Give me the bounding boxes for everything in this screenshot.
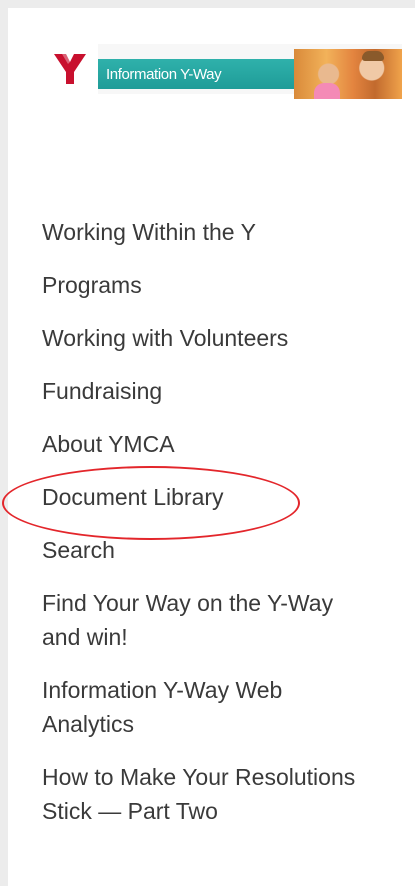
banner-strip: Information Y-Way <box>98 49 402 99</box>
nav-item-find-your-way[interactable]: Find Your Way on the Y-Way and win! <box>42 586 372 654</box>
nav-item-fundraising[interactable]: Fundraising <box>42 374 372 408</box>
photo-shirt <box>314 83 340 99</box>
nav-item-web-analytics[interactable]: Information Y-Way Web Analytics <box>42 673 372 741</box>
nav-item-working-with-volunteers[interactable]: Working with Volunteers <box>42 321 372 355</box>
information-y-way-banner[interactable]: Information Y-Way <box>42 44 402 99</box>
nav-item-about-ymca[interactable]: About YMCA <box>42 427 372 461</box>
nav-item-programs[interactable]: Programs <box>42 268 372 302</box>
nav-item-resolutions-part-two[interactable]: How to Make Your Resolutions Stick — Par… <box>42 760 372 828</box>
nav-item-search[interactable]: Search <box>42 533 372 567</box>
photo-hair <box>362 51 384 61</box>
nav-item-working-within-the-y[interactable]: Working Within the Y <box>42 215 372 249</box>
ymca-y-icon <box>42 44 98 94</box>
children-photo <box>294 49 402 99</box>
sidebar-nav: Working Within the Y Programs Working wi… <box>42 215 372 847</box>
banner-title: Information Y-Way <box>106 65 222 83</box>
nav-item-document-library[interactable]: Document Library <box>42 480 372 514</box>
